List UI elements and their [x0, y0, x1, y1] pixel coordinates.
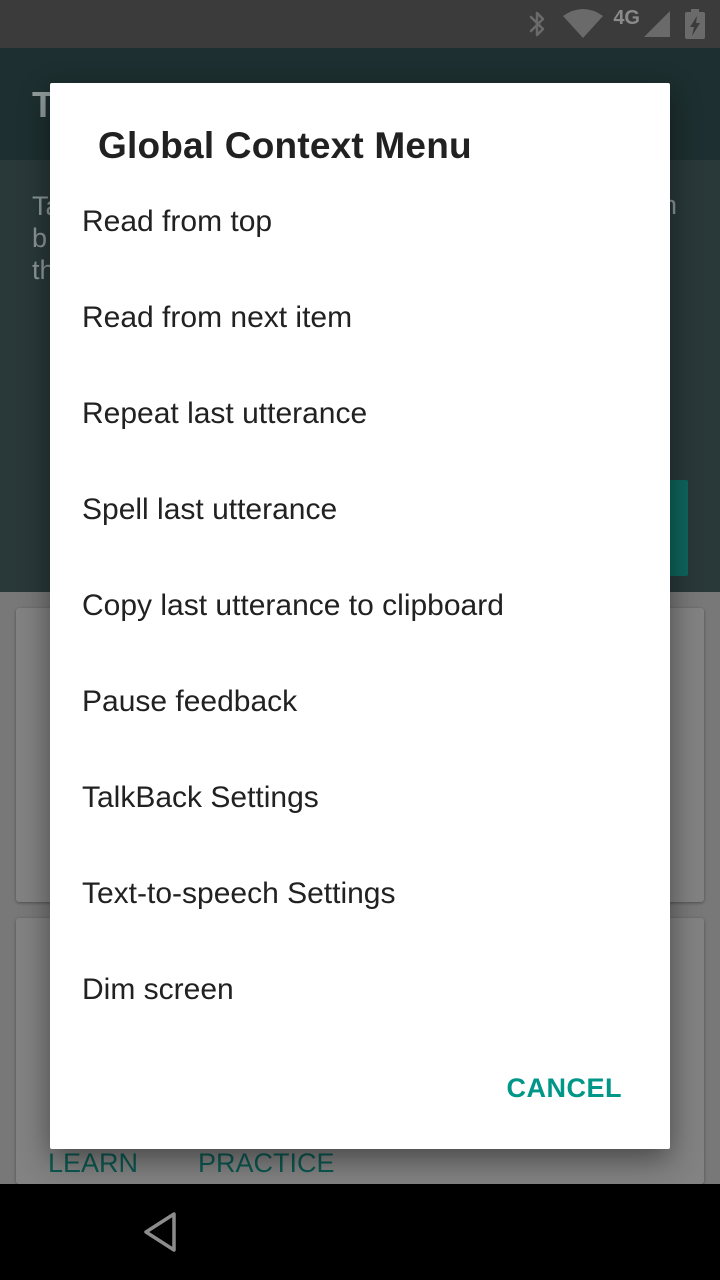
menu-item-spell-last-utterance[interactable]: Spell last utterance	[50, 462, 670, 558]
status-icons: 4G	[525, 6, 708, 40]
menu-item-tts-settings[interactable]: Text-to-speech Settings	[50, 846, 670, 942]
menu-item-pause-feedback[interactable]: Pause feedback	[50, 654, 670, 750]
menu-item-dim-screen[interactable]: Dim screen	[50, 942, 670, 1038]
network-type-label: 4G	[613, 6, 640, 29]
wifi-icon	[563, 9, 604, 38]
battery-charging-icon	[685, 9, 705, 39]
bluetooth-icon	[530, 11, 545, 37]
menu-item-talkback-settings[interactable]: TalkBack Settings	[50, 750, 670, 846]
status-bar: 4G	[0, 0, 720, 48]
menu-item-repeat-last-utterance[interactable]: Repeat last utterance	[50, 366, 670, 462]
menu-item-copy-last-utterance[interactable]: Copy last utterance to clipboard	[50, 558, 670, 654]
global-context-menu-dialog: Global Context Menu Read from top Read f…	[50, 83, 670, 1149]
back-icon[interactable]	[136, 1208, 184, 1256]
dialog-title: Global Context Menu	[98, 125, 472, 166]
navigation-bar	[0, 1184, 720, 1280]
cancel-button[interactable]: CANCEL	[507, 1073, 623, 1104]
menu-item-read-from-top[interactable]: Read from top	[50, 174, 670, 270]
cell-signal-icon	[644, 11, 670, 37]
menu-item-read-from-next-item[interactable]: Read from next item	[50, 270, 670, 366]
context-menu-list: Read from top Read from next item Repeat…	[50, 174, 670, 1038]
